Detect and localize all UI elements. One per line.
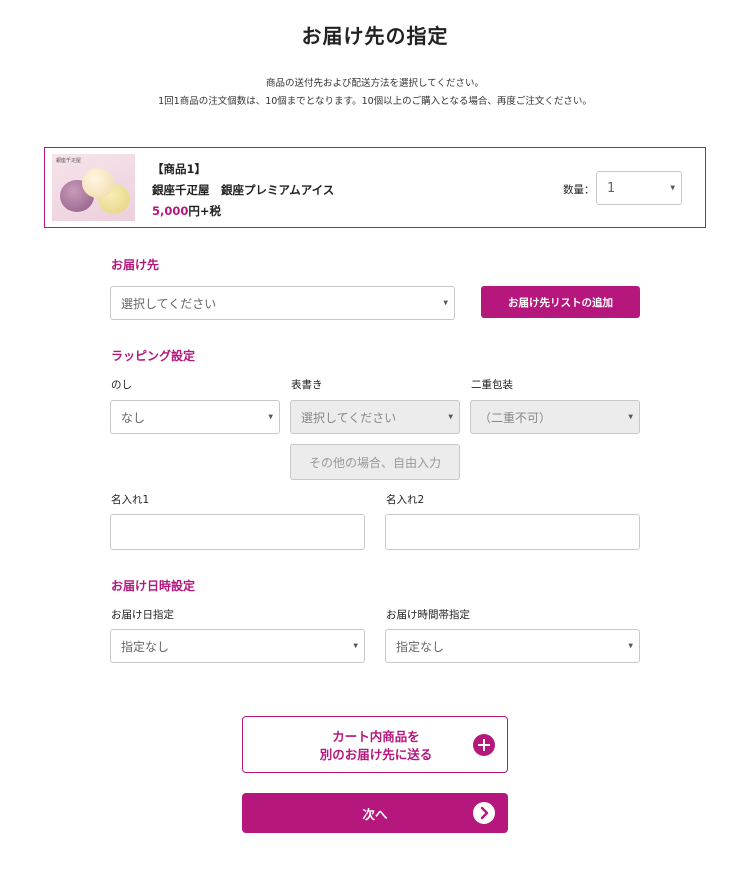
name1-label: 名入れ1	[111, 494, 150, 506]
omote-label: 表書き	[291, 379, 323, 391]
chevron-down-icon: ▼	[268, 413, 273, 421]
delivery-date-select[interactable]: 指定なし ▼	[110, 629, 365, 663]
delivery-date-select-value: 指定なし	[121, 639, 170, 654]
delivery-time-select[interactable]: 指定なし ▼	[385, 629, 640, 663]
delivery-time-select-value: 指定なし	[396, 639, 445, 654]
free-input-button[interactable]: その他の場合、自由入力	[290, 444, 460, 480]
delivery-date-label: お届け日指定	[111, 609, 174, 621]
next-button[interactable]: 次へ	[242, 793, 508, 833]
name1-input[interactable]	[110, 514, 365, 550]
double-wrap-select[interactable]: （二重不可） ▼	[470, 400, 640, 434]
name2-label: 名入れ2	[386, 494, 425, 506]
product-price-value: 5,000	[152, 204, 189, 218]
next-button-label: 次へ	[362, 806, 388, 822]
product-image: 銀座千疋屋	[52, 154, 135, 221]
chevron-down-icon: ▼	[443, 299, 448, 307]
quantity-select-value: 1	[607, 180, 616, 196]
product-number: 【商品1】	[152, 162, 207, 176]
double-wrap-label: 二重包装	[471, 379, 513, 391]
noshi-select[interactable]: なし ▼	[110, 400, 280, 434]
chevron-down-icon: ▼	[628, 642, 633, 650]
delivery-time-label: お届け時間帯指定	[386, 609, 470, 621]
destination-heading: お届け先	[111, 258, 160, 272]
send-to-other-destination-button[interactable]: カート内商品を 別のお届け先に送る	[242, 716, 508, 773]
omote-select-value: 選択してください	[301, 410, 397, 425]
product-name: 銀座千疋屋 銀座プレミアムアイス	[152, 183, 335, 197]
send-other-line2: 別のお届け先に送る	[319, 747, 433, 762]
omote-select[interactable]: 選択してください ▼	[290, 400, 460, 434]
product-price-suffix: 円+税	[188, 204, 222, 218]
chevron-down-icon: ▼	[670, 184, 675, 192]
intro-text-line1: 商品の送付先および配送方法を選択してください。	[266, 78, 484, 89]
plus-circle-icon	[473, 734, 495, 756]
quantity-select[interactable]: 1 ▼	[596, 171, 682, 205]
send-other-line1: カート内商品を	[332, 729, 420, 744]
product-card: 銀座千疋屋 【商品1】 銀座千疋屋 銀座プレミアムアイス 5,000円+税 数量…	[44, 147, 706, 228]
chevron-down-icon: ▼	[353, 642, 358, 650]
destination-select[interactable]: 選択してください ▼	[110, 286, 455, 320]
chevron-down-icon: ▼	[628, 413, 633, 421]
noshi-label: のし	[111, 379, 132, 391]
intro-text-line2: 1回1商品の注文個数は、10個までとなります。10個以上のご購入となる場合、再度…	[158, 96, 592, 107]
wrapping-heading: ラッピング設定	[111, 349, 196, 363]
noshi-select-value: なし	[121, 410, 146, 425]
double-wrap-select-value: （二重不可）	[479, 410, 552, 425]
page-title: お届け先の指定	[301, 24, 449, 48]
product-price: 5,000円+税	[152, 203, 221, 219]
delivery-heading: お届け日時設定	[111, 579, 196, 593]
add-destination-button[interactable]: お届け先リストの追加	[481, 286, 640, 318]
quantity-label: 数量：	[563, 184, 595, 196]
destination-select-value: 選択してください	[121, 296, 217, 311]
chevron-down-icon: ▼	[448, 413, 453, 421]
name2-input[interactable]	[385, 514, 640, 550]
chevron-right-circle-icon	[473, 802, 495, 824]
product-image-logo: 銀座千疋屋	[56, 158, 82, 164]
